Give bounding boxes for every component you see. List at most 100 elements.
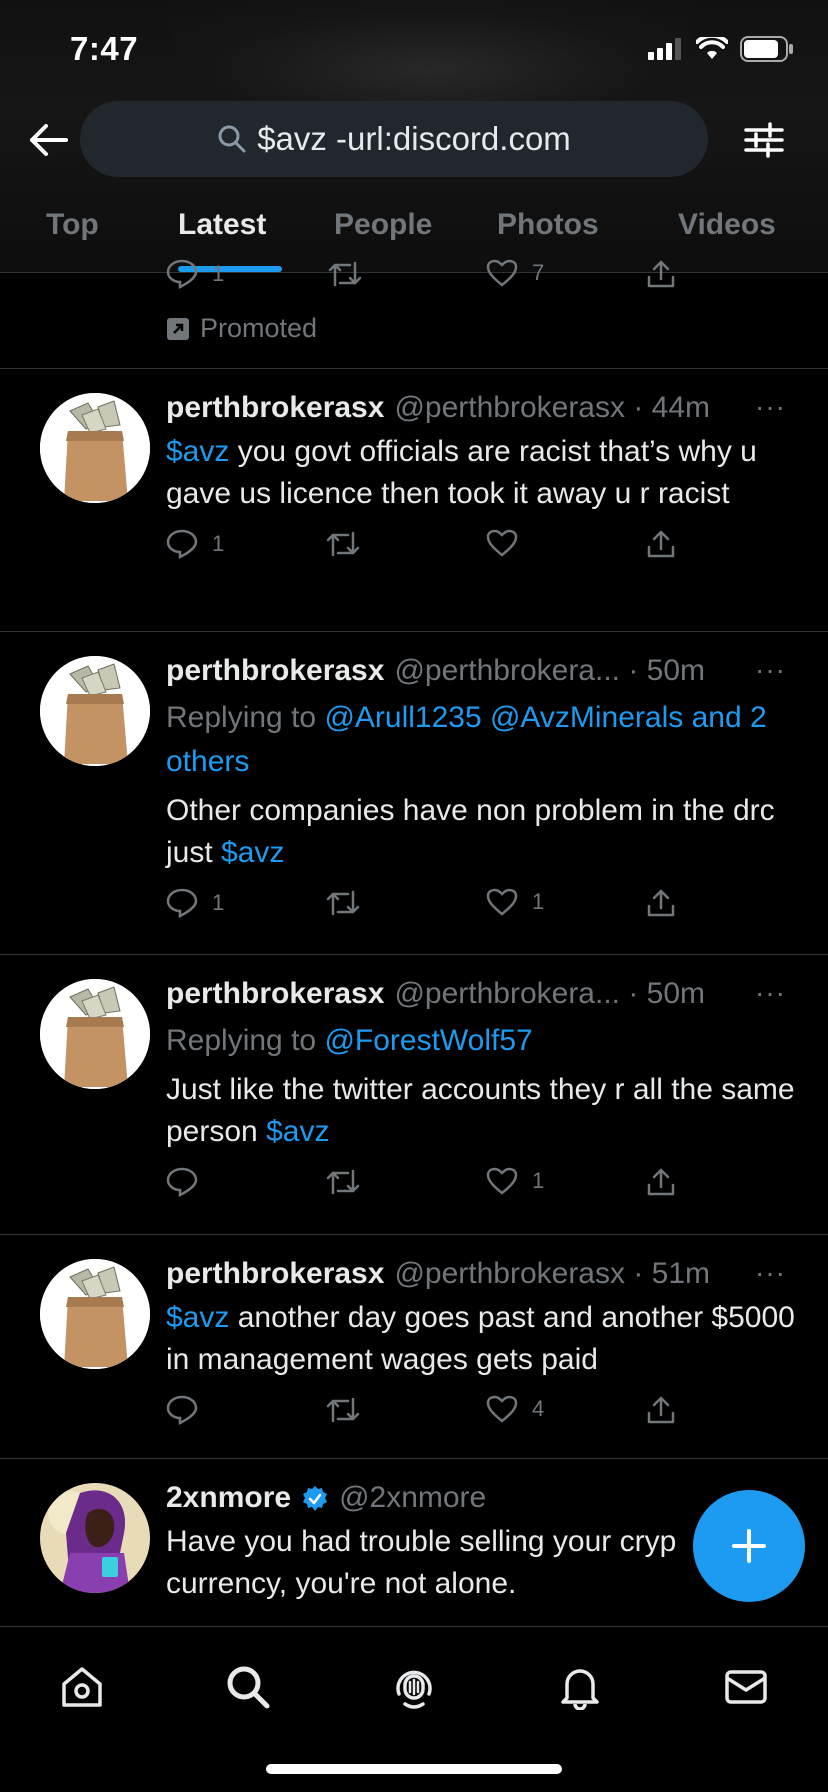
- reply-button[interactable]: 1: [166, 529, 224, 559]
- cashtag-link[interactable]: $avz: [166, 1301, 229, 1334]
- cashtag-link[interactable]: $avz: [166, 435, 229, 468]
- handle-and-time: @perthbrokera... · 50m: [394, 654, 706, 687]
- verified-badge-icon: [301, 1485, 329, 1518]
- arrow-left-icon: [30, 124, 68, 156]
- cashtag-link[interactable]: $avz: [221, 836, 284, 869]
- replying-to-links[interactable]: @ForestWolf57: [324, 1024, 532, 1057]
- retweet-button[interactable]: [326, 888, 360, 918]
- money-bag-avatar-icon: [40, 979, 150, 1089]
- tweet-header: perthbrokerasx @perthbrokerasx · 51m: [166, 1257, 798, 1297]
- tab-people[interactable]: People: [334, 208, 432, 242]
- tweet[interactable]: perthbrokerasx @perthbrokera... · 50m ··…: [0, 632, 828, 955]
- handle-and-time: @perthbrokera... · 50m: [394, 977, 706, 1010]
- tweet-text: $avz another day goes past and another $…: [166, 1301, 795, 1376]
- tab-top[interactable]: Top: [46, 208, 99, 242]
- retweet-icon: [326, 531, 360, 557]
- tweet[interactable]: perthbrokerasx @perthbrokerasx · 51m ···…: [0, 1235, 828, 1459]
- battery-icon: [740, 36, 794, 67]
- cellular-signal-icon: [648, 38, 684, 65]
- more-options-icon[interactable]: ···: [755, 654, 786, 686]
- handle-and-time: @perthbrokerasx · 44m: [394, 391, 711, 424]
- replying-to: Replying to @ForestWolf57: [166, 1024, 533, 1057]
- like-button[interactable]: 4: [486, 1395, 544, 1423]
- promoted-label: Promoted: [166, 313, 317, 344]
- tweet[interactable]: perthbrokerasx @perthbrokerasx · 44m ···…: [0, 369, 828, 632]
- tab-videos[interactable]: Videos: [678, 208, 776, 242]
- nav-notifications[interactable]: [550, 1657, 610, 1717]
- tweet-body: perthbrokerasx @perthbrokerasx · 51m ···…: [166, 1257, 798, 1435]
- reply-count: 1: [212, 890, 225, 915]
- retweet-button[interactable]: [326, 1167, 360, 1197]
- retweet-button[interactable]: [328, 259, 362, 289]
- more-options-icon[interactable]: ···: [755, 977, 786, 1009]
- promoted-tweet-tail: 1 7 Promoted: [0, 259, 828, 369]
- avatar[interactable]: [40, 1483, 150, 1593]
- tweet-actions: 1 1: [166, 888, 798, 928]
- reply-button[interactable]: 1: [166, 259, 224, 289]
- wifi-icon: [695, 33, 729, 66]
- spaces-microphone-icon: [396, 1670, 432, 1709]
- like-button[interactable]: 1: [486, 888, 544, 916]
- avatar[interactable]: [40, 979, 150, 1089]
- tab-photos[interactable]: Photos: [497, 208, 599, 242]
- reply-count: 1: [212, 531, 225, 556]
- replying-to: Replying to @Arull1235 @AvzMinerals and …: [166, 701, 767, 778]
- sliders-icon: [744, 122, 784, 158]
- heart-icon: [486, 259, 518, 287]
- cashtag-link[interactable]: $avz: [266, 1115, 329, 1148]
- promoted-actions: 1 7: [166, 259, 686, 289]
- more-options-icon[interactable]: ···: [755, 1257, 786, 1289]
- avatar[interactable]: [40, 656, 150, 766]
- tab-latest[interactable]: Latest: [178, 208, 266, 242]
- share-button[interactable]: [646, 1395, 676, 1425]
- retweet-button[interactable]: [326, 529, 360, 559]
- nav-search[interactable]: [218, 1657, 278, 1717]
- share-button[interactable]: [646, 888, 676, 918]
- screen: 7:47 $avz -url:discord.com Top Latest Pe…: [0, 0, 828, 1792]
- nav-messages[interactable]: [716, 1657, 776, 1717]
- search-input[interactable]: $avz -url:discord.com: [80, 101, 708, 177]
- tweet[interactable]: perthbrokerasx @perthbrokera... · 50m ··…: [0, 955, 828, 1235]
- display-name[interactable]: perthbrokerasx: [166, 1257, 384, 1291]
- search-icon: [218, 125, 246, 153]
- reply-button[interactable]: [166, 1167, 212, 1197]
- display-name[interactable]: 2xnmore: [166, 1481, 291, 1515]
- retweet-button[interactable]: [326, 1395, 360, 1425]
- reply-button[interactable]: [166, 1395, 212, 1425]
- like-button[interactable]: 1: [486, 1167, 544, 1195]
- tweet-text: Other companies have non problem in the …: [166, 794, 775, 869]
- like-count: 1: [532, 1168, 545, 1193]
- share-button[interactable]: [646, 1167, 676, 1197]
- share-icon: [647, 1396, 675, 1424]
- status-bar: 7:47: [0, 0, 828, 100]
- avatar[interactable]: [40, 1259, 150, 1369]
- share-button[interactable]: [646, 259, 676, 289]
- display-name[interactable]: perthbrokerasx: [166, 654, 384, 688]
- avatar[interactable]: [40, 393, 150, 503]
- like-count: 4: [532, 1396, 545, 1421]
- retweet-icon: [326, 1169, 360, 1195]
- display-name[interactable]: perthbrokerasx: [166, 977, 384, 1011]
- back-button[interactable]: [26, 118, 70, 162]
- home-icon: [62, 1667, 102, 1707]
- filter-button[interactable]: [740, 116, 788, 164]
- heart-icon: [486, 1395, 518, 1423]
- like-button[interactable]: 7: [486, 259, 544, 287]
- tweet-header: perthbrokerasx @perthbrokerasx · 44m: [166, 391, 798, 431]
- plus-icon: [732, 1529, 766, 1563]
- home-indicator[interactable]: [266, 1764, 562, 1774]
- status-time: 7:47: [70, 30, 139, 67]
- reply-button[interactable]: 1: [166, 888, 224, 918]
- more-options-icon[interactable]: ···: [755, 391, 786, 423]
- tweet-header: perthbrokerasx @perthbrokera... · 50m: [166, 654, 798, 694]
- share-button[interactable]: [646, 529, 676, 559]
- reply-icon: [166, 529, 198, 559]
- promoted-icon: [167, 317, 189, 340]
- tweet-actions: 4: [166, 1395, 798, 1435]
- like-button[interactable]: [486, 529, 532, 557]
- display-name[interactable]: perthbrokerasx: [166, 391, 384, 425]
- nav-spaces[interactable]: [384, 1657, 444, 1717]
- tweet-body: perthbrokerasx @perthbrokera... · 50m ··…: [166, 654, 798, 928]
- compose-tweet-button[interactable]: [693, 1490, 805, 1602]
- nav-home[interactable]: [52, 1657, 112, 1717]
